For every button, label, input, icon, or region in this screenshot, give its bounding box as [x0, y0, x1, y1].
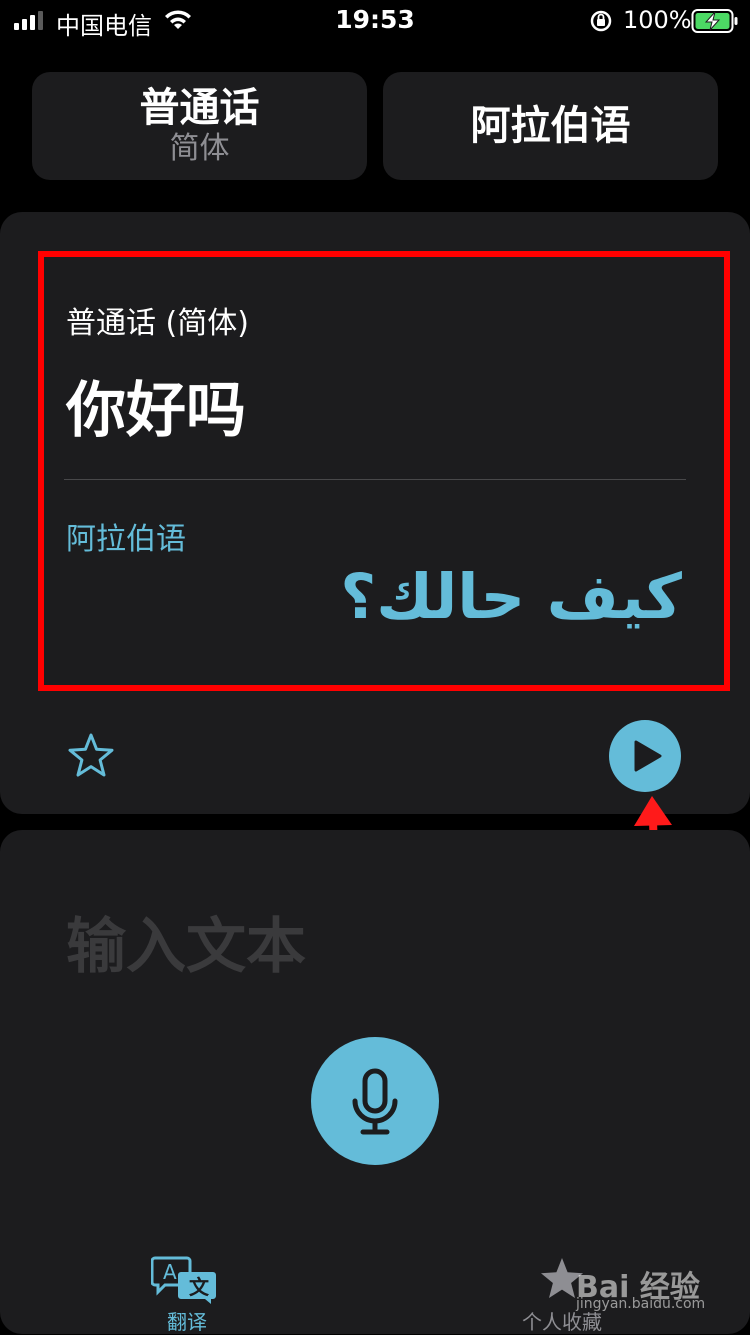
microphone-icon [352, 1068, 398, 1135]
target-language-label: 阿拉伯语 [66, 522, 186, 557]
source-language-label: 普通话 (简体) [66, 306, 249, 341]
translated-text: كيف حالك؟ [340, 560, 682, 633]
play-audio-button[interactable] [609, 720, 681, 792]
source-language-variant: 简体 [169, 131, 230, 166]
status-bar: 中国电信 19:53 100% [0, 0, 750, 44]
battery-charging-icon [691, 9, 738, 33]
microphone-button[interactable] [311, 1037, 439, 1165]
text-input-placeholder[interactable]: 输入文本 [66, 898, 306, 985]
source-language-name: 普通话 [139, 85, 260, 131]
translate-tab-icon[interactable]: A 文 [151, 1254, 221, 1304]
result-divider [64, 479, 686, 480]
target-language-name: 阿拉伯语 [470, 103, 631, 149]
baidu-watermark: Bai 经验 jingyan.baidu.com [576, 1262, 705, 1312]
rotation-lock-icon [590, 10, 612, 32]
watermark-url: jingyan.baidu.com [576, 1296, 706, 1312]
svg-text:A: A [163, 1260, 177, 1284]
battery-percent: 100% [623, 6, 692, 34]
source-language-button[interactable]: 普通话 简体 [32, 72, 367, 180]
play-icon [634, 740, 662, 772]
svg-text:文: 文 [189, 1275, 210, 1299]
favorite-star-icon[interactable] [66, 731, 116, 781]
target-language-button[interactable]: 阿拉伯语 [383, 72, 718, 180]
tab-translate-label[interactable]: 翻译 [0, 1306, 374, 1335]
source-text: 你好吗 [66, 376, 246, 446]
